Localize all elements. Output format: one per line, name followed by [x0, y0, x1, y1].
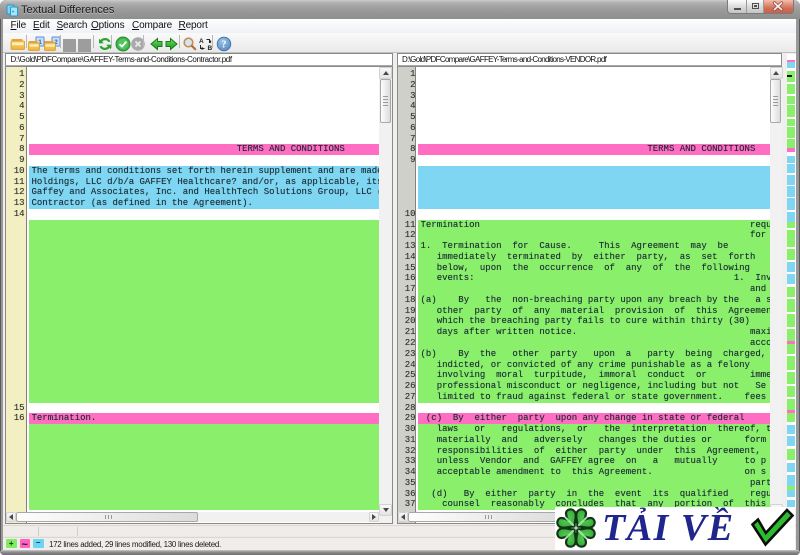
svg-text:A: A	[199, 38, 204, 45]
svg-text:?: ?	[221, 39, 226, 50]
